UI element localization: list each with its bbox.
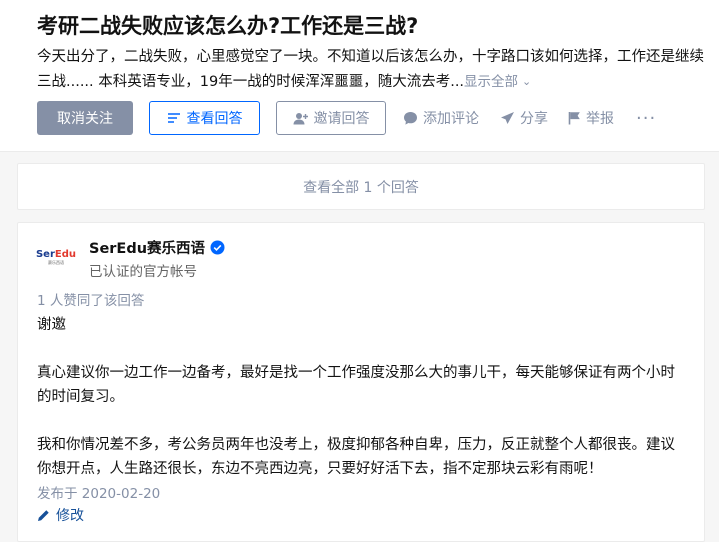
vote-info[interactable]: 1 人赞同了该回答: [37, 289, 144, 309]
share-button[interactable]: 分享: [500, 101, 548, 135]
avatar[interactable]: SerEdu 赛乐西语: [36, 239, 76, 275]
report-label: 举报: [586, 111, 614, 127]
unfollow-button[interactable]: 取消关注: [37, 101, 133, 135]
invite-button[interactable]: 邀请回答: [276, 101, 386, 135]
avatar-logo-edu: Edu: [54, 248, 77, 260]
question-header: 考研二战失败应该怎么办?工作还是三战? 今天出分了，二战失败，心里感觉空了一块。…: [0, 0, 719, 152]
author-name[interactable]: SerEdu赛乐西语: [89, 237, 225, 258]
author-headline: 已认证的官方帐号: [89, 264, 197, 280]
edit-button[interactable]: 修改: [37, 505, 84, 525]
answer-paragraph: 谢邀: [37, 317, 66, 333]
show-all-label: 显示全部: [464, 74, 519, 90]
add-comment-button[interactable]: 添加评论: [403, 101, 479, 135]
author-name-text: SerEdu赛乐西语: [89, 241, 206, 257]
share-label: 分享: [520, 111, 548, 127]
verified-badge-icon: [210, 240, 225, 255]
paper-plane-icon: [501, 111, 514, 124]
avatar-logo: SerEdu: [36, 249, 76, 260]
avatar-logo-ser: Ser: [35, 248, 55, 260]
view-answers-label: 查看回答: [186, 111, 243, 127]
unfollow-label: 取消关注: [57, 111, 113, 127]
flag-icon: [568, 112, 580, 125]
answer-paragraph: 真心建议你一边工作一边备考，最好是找一个工作强度没那么大的事儿干，每天能够保证有…: [37, 365, 675, 405]
answer-paragraph: 我和你情况差不多，考公务员两年也没考上，极度抑郁各种自卑，压力，反正就整个人都很…: [37, 437, 675, 477]
report-button[interactable]: 举报: [568, 101, 614, 135]
chevron-down-icon: ⌄: [522, 75, 532, 88]
answer-card: SerEdu 赛乐西语 SerEdu赛乐西语 已认证的官方帐号 1 人赞同了该回…: [17, 222, 705, 542]
question-title[interactable]: 考研二战失败应该怎么办?工作还是三战?: [37, 10, 418, 40]
pencil-icon: [38, 509, 49, 521]
question-detail: 今天出分了，二战失败，心里感觉空了一块。不知道以后该怎么办，十字路口该如何选择，…: [37, 45, 705, 95]
view-all-answers-label: 查看全部 1 个回答: [303, 179, 419, 196]
add-user-icon: [293, 112, 308, 124]
more-icon: ···: [636, 107, 657, 129]
answer-body: 谢邀 真心建议你一边工作一边备考，最好是找一个工作强度没那么大的事儿干，每天能够…: [37, 313, 687, 505]
avatar-subtext: 赛乐西语: [48, 259, 64, 265]
more-options-button[interactable]: ···: [636, 101, 656, 135]
invite-label: 邀请回答: [313, 111, 370, 127]
question-detail-text: 今天出分了，二战失败，心里感觉空了一块。不知道以后该怎么办，十字路口该如何选择，…: [37, 49, 704, 90]
view-all-answers-link[interactable]: 查看全部 1 个回答: [17, 163, 705, 210]
show-all-link[interactable]: 显示全部 ⌄: [464, 74, 531, 90]
edit-label: 修改: [56, 508, 84, 524]
view-answers-button[interactable]: 查看回答: [149, 101, 260, 135]
list-icon: [167, 113, 180, 123]
add-comment-label: 添加评论: [423, 111, 479, 127]
comment-icon: [404, 111, 417, 125]
posted-date[interactable]: 发布于 2020-02-20: [37, 482, 160, 502]
